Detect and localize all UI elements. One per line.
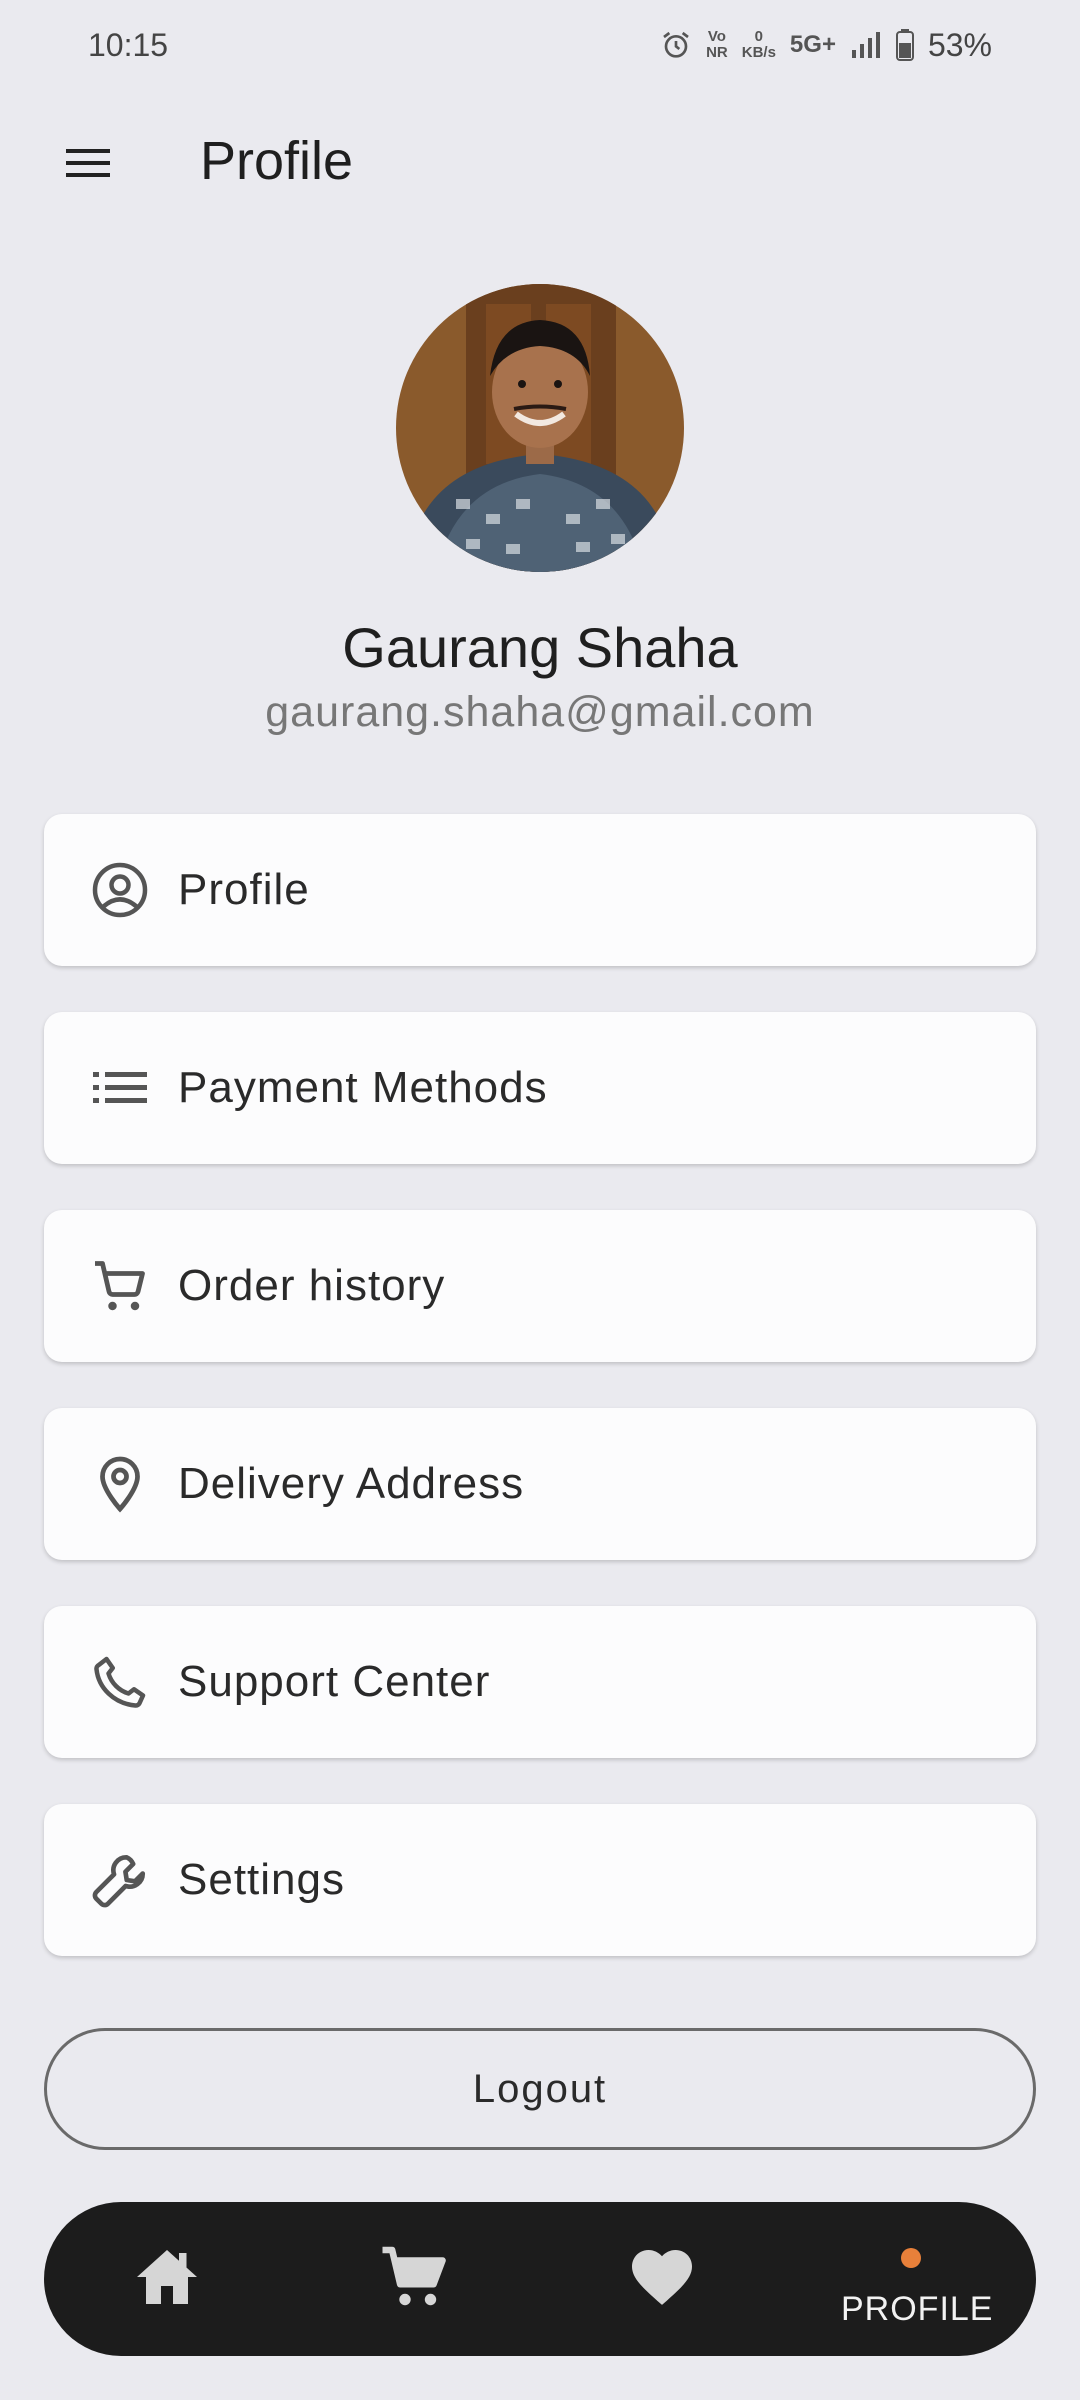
signal-icon: [850, 30, 882, 60]
menu-item-order-history[interactable]: Order history: [44, 1210, 1036, 1362]
menu-item-label: Profile: [178, 865, 310, 914]
status-icons: Vo NR 0 KB/s 5G+ 53%: [660, 27, 992, 64]
location-pin-icon: [88, 1452, 152, 1516]
nav-favorites[interactable]: [592, 2202, 732, 2356]
logout-button[interactable]: Logout: [44, 2028, 1036, 2150]
nav-home[interactable]: [97, 2202, 237, 2356]
active-indicator-dot: [901, 2248, 921, 2268]
menu-button[interactable]: [58, 145, 118, 185]
menu-item-label: Support Center: [178, 1657, 491, 1706]
volte-top: Vo: [707, 28, 726, 45]
battery-level: 53%: [927, 26, 992, 63]
home-icon: [131, 2241, 203, 2318]
menu-item-support-center[interactable]: Support Center: [44, 1606, 1036, 1758]
menu-item-label: Delivery Address: [178, 1459, 525, 1508]
menu-item-settings[interactable]: Settings: [44, 1804, 1036, 1956]
nav-cart[interactable]: [344, 2202, 484, 2356]
network-speed-value: 0: [754, 28, 763, 45]
volte-bottom: NR: [706, 44, 728, 61]
menu-item-label: Payment Methods: [178, 1063, 548, 1112]
menu-item-label: Order history: [178, 1261, 446, 1310]
network-speed: 0 KB/s: [742, 29, 776, 61]
battery-icon: [895, 29, 914, 61]
alarm-icon: [660, 29, 692, 61]
user-email: gaurang.shaha@gmail.com: [265, 688, 815, 736]
bottom-nav: PROFILE: [44, 2202, 1036, 2356]
status-time: 10:15: [88, 26, 169, 63]
menu-item-delivery-address[interactable]: Delivery Address: [44, 1408, 1036, 1560]
status-bar: 10:15 Vo NR 0 KB/s 5G+ 53%: [0, 0, 1080, 90]
nav-profile-label: PROFILE: [841, 2290, 994, 2328]
list-icon: [88, 1056, 152, 1120]
menu-item-label: Settings: [178, 1855, 345, 1904]
user-name: Gaurang Shaha: [342, 616, 738, 679]
wrench-icon: [88, 1848, 152, 1912]
network-type: 5G+: [789, 31, 836, 58]
avatar[interactable]: [396, 284, 684, 572]
app-bar: Profile: [0, 100, 1080, 230]
menu-item-profile[interactable]: Profile: [44, 814, 1036, 966]
network-speed-unit: KB/s: [741, 44, 776, 61]
cart-icon: [378, 2241, 450, 2318]
phone-icon: [88, 1650, 152, 1714]
volte-indicator: Vo NR: [706, 29, 728, 61]
heart-icon: [626, 2241, 698, 2318]
page-title: Profile: [200, 131, 354, 191]
hamburger-menu-icon: [66, 147, 110, 184]
menu-item-payment-methods[interactable]: Payment Methods: [44, 1012, 1036, 1164]
account-circle-icon: [88, 858, 152, 922]
logout-label: Logout: [472, 2066, 608, 2111]
cart-icon: [88, 1254, 152, 1318]
